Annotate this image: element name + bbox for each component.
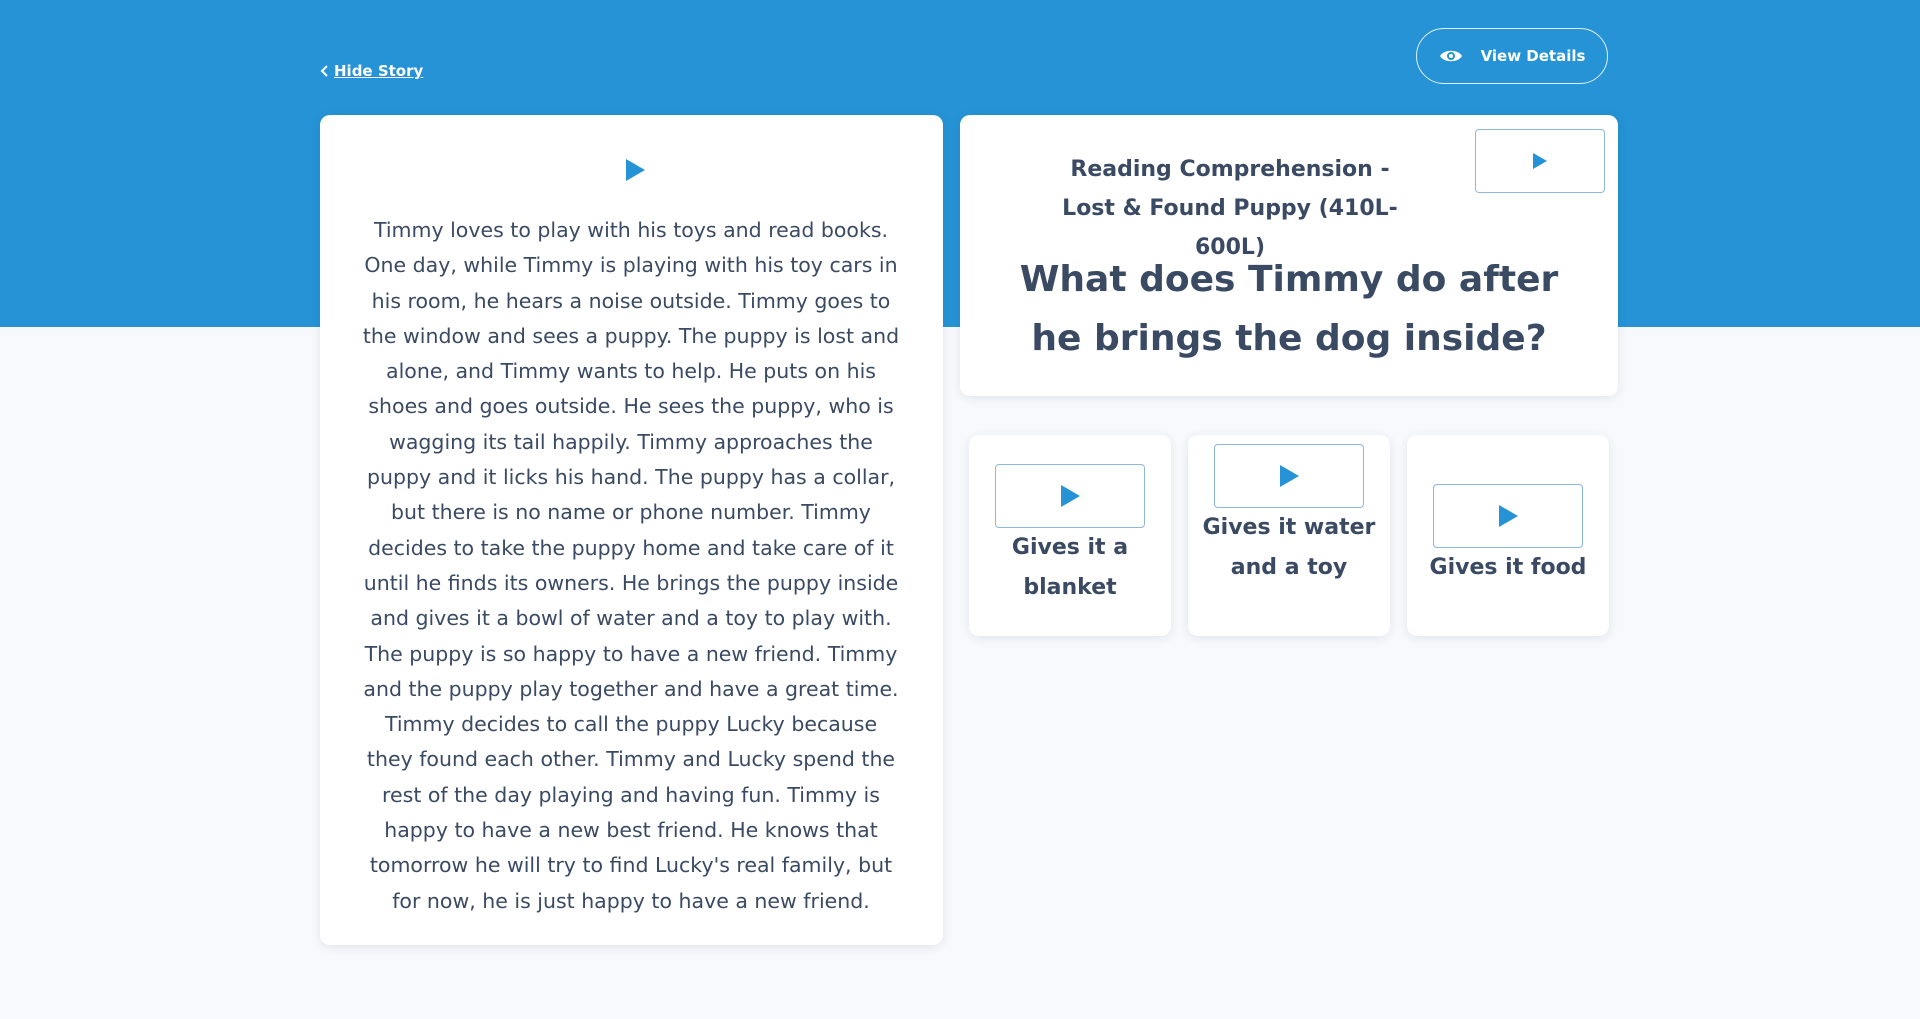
chevron-left-icon (320, 65, 328, 77)
play-icon (1061, 485, 1080, 507)
answer-audio-button[interactable] (1433, 484, 1583, 548)
story-panel: Timmy loves to play with his toys and re… (320, 115, 943, 945)
answer-option-1[interactable]: Gives it a blanket (969, 435, 1171, 636)
play-icon (1280, 465, 1299, 487)
view-details-label: View Details (1480, 47, 1586, 65)
view-details-button[interactable]: View Details (1416, 28, 1608, 84)
answer-audio-button[interactable] (1214, 444, 1364, 508)
question-panel: Reading Comprehension - Lost & Found Pup… (960, 115, 1618, 396)
question-text: What does Timmy do after he brings the d… (1019, 259, 1559, 359)
answer-option-2[interactable]: Gives it water and a toy (1188, 435, 1390, 636)
hide-story-label: Hide Story (334, 62, 424, 80)
answer-option-3[interactable]: Gives it food (1407, 435, 1609, 636)
hide-story-link[interactable]: Hide Story (320, 62, 423, 80)
story-play-button[interactable] (620, 155, 650, 185)
question-audio-button[interactable] (1475, 129, 1605, 193)
answer-audio-button[interactable] (995, 464, 1145, 528)
answer-label: Gives it water and a toy (1202, 515, 1376, 580)
eye-icon (1439, 50, 1462, 62)
story-text: Timmy loves to play with his toys and re… (362, 218, 900, 913)
play-icon (1499, 505, 1518, 527)
answer-label: Gives it food (1429, 555, 1587, 580)
answer-label: Gives it a blanket (1011, 535, 1129, 600)
play-icon (1533, 153, 1547, 169)
play-icon (626, 159, 645, 181)
